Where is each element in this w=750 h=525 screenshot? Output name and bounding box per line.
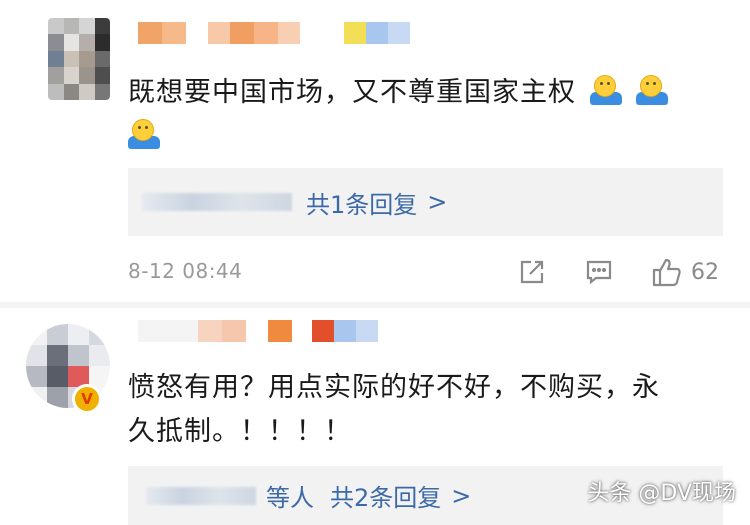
shrug-emoji-icon [590,75,622,107]
verified-badge-icon: V [72,384,102,414]
username-redacted[interactable] [138,320,378,342]
comment-button[interactable] [585,257,613,287]
share-button[interactable] [518,257,546,287]
comment-text: 既想要中国市场，又不尊重国家主权 [128,71,718,159]
chevron-right-icon: > [451,481,472,510]
comment-meta: 8-12 08:44 62 [128,255,728,289]
comment-icon [586,260,612,285]
share-icon [520,260,544,284]
reply-preview[interactable]: 共1条回复 > [128,168,723,236]
reply-name-suffix: 等人 [266,484,314,512]
timestamp: 8-12 08:44 [128,259,243,283]
like-button[interactable]: 62 [651,257,719,287]
watermark: 头条 @DV现场 [587,481,736,506]
reply-username-redacted [142,193,292,211]
view-replies-link[interactable]: 共2条回复 [330,478,441,513]
shrug-emoji-icon [128,119,160,151]
avatar[interactable] [48,18,110,100]
comment-text-line: 既想要中国市场，又不尊重国家主权 [128,77,576,108]
comment-text-line: 久抵制。！！！！ [128,416,352,447]
comment-item: 既想要中国市场，又不尊重国家主权 共1条回复 > 8-12 08:44 62 [0,0,750,302]
comment-text: 愤怒有用？用点实际的好不好，不购买，永 久抵制。！！！！ [128,366,718,454]
reply-username-redacted [146,486,256,505]
shrug-emoji-icon [636,75,668,107]
comment-text-line: 愤怒有用？用点实际的好不好，不购买，永 [128,372,660,403]
like-count: 62 [691,259,719,285]
view-replies-link[interactable]: 共1条回复 [306,185,417,220]
thumbs-up-icon [652,258,681,287]
chevron-right-icon: > [427,188,448,216]
username-redacted[interactable] [138,22,410,44]
